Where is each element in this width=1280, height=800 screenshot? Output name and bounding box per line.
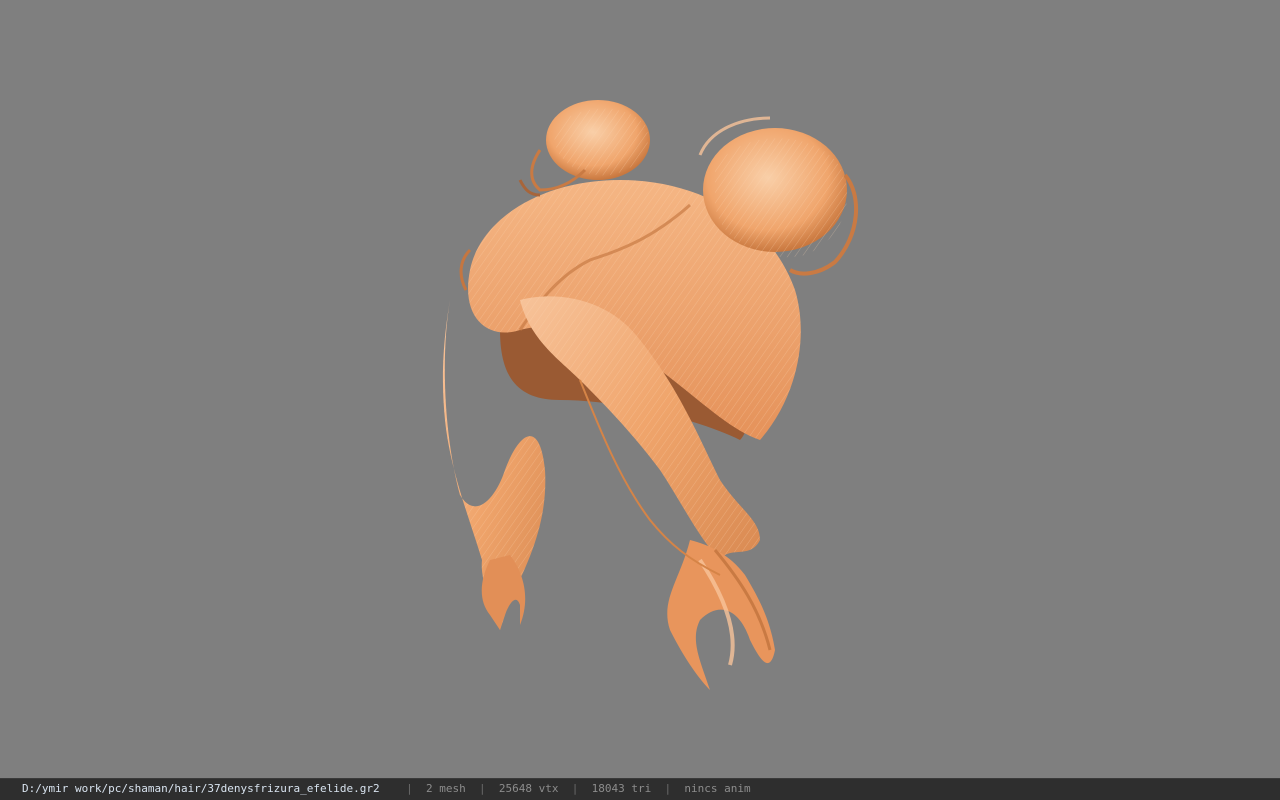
animation-status: nincs anim <box>684 782 751 795</box>
3d-viewport[interactable] <box>0 0 1280 778</box>
status-separator: | <box>479 782 486 795</box>
file-path: D:/ymir work/pc/shaman/hair/37denysfrizu… <box>22 782 380 795</box>
mesh-count: 2 mesh <box>426 782 466 795</box>
status-separator: | <box>406 782 413 795</box>
hair-model-render[interactable] <box>0 0 1280 778</box>
status-bar: D:/ymir work/pc/shaman/hair/37denysfrizu… <box>0 778 1280 800</box>
vertex-count: 25648 vtx <box>498 782 559 795</box>
triangle-count: 18043 tri <box>591 782 652 795</box>
